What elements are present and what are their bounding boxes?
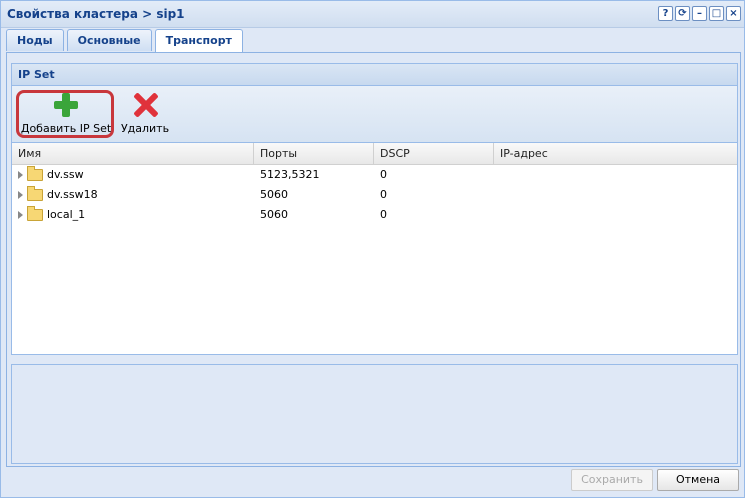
row-ip	[494, 165, 737, 185]
details-panel	[11, 364, 738, 464]
column-header-name[interactable]: Имя	[12, 143, 254, 164]
close-icon[interactable]: ×	[726, 6, 741, 21]
row-name: local_1	[47, 208, 86, 221]
folder-icon	[27, 206, 43, 221]
row-ports: 5123,5321	[260, 168, 320, 181]
expand-arrow-icon[interactable]	[18, 211, 23, 219]
table-row[interactable]: dv.ssw 5123,5321 0	[12, 165, 737, 185]
ip-set-toolbar: Добавить IP Set Удалить	[12, 86, 737, 143]
row-dscp: 0	[380, 188, 387, 201]
minimize-icon[interactable]: –	[692, 6, 707, 21]
grid-header: Имя Порты DSCP IP-адрес	[12, 143, 737, 165]
row-ports: 5060	[260, 188, 288, 201]
delete-icon	[132, 92, 159, 118]
add-ip-set-button[interactable]: Добавить IP Set	[20, 92, 112, 135]
row-name: dv.ssw18	[47, 188, 98, 201]
window-tools: ? ⟳ – □ ×	[658, 6, 741, 21]
refresh-icon[interactable]: ⟳	[675, 6, 690, 21]
dialog-footer: Сохранить Отмена	[1, 467, 744, 497]
row-ports: 5060	[260, 208, 288, 221]
tab-transport[interactable]: Транспорт	[154, 29, 243, 52]
panel-title: IP Set	[12, 64, 737, 86]
row-ip	[494, 205, 737, 225]
row-dscp: 0	[380, 168, 387, 181]
add-icon	[53, 92, 79, 118]
cluster-properties-window: Свойства кластера > sip1 ? ⟳ – □ × Ноды …	[0, 0, 745, 498]
row-ip	[494, 185, 737, 205]
expand-arrow-icon[interactable]	[18, 171, 23, 179]
column-header-ip-address[interactable]: IP-адрес	[494, 143, 737, 164]
add-ip-set-label: Добавить IP Set	[20, 122, 112, 135]
cancel-button[interactable]: Отмена	[657, 469, 739, 491]
folder-icon	[27, 166, 43, 181]
folder-icon	[27, 186, 43, 201]
column-header-ports[interactable]: Порты	[254, 143, 374, 164]
maximize-icon[interactable]: □	[709, 6, 724, 21]
help-icon[interactable]: ?	[658, 6, 673, 21]
tab-body: IP Set Добавить IP Set Удалить Имя Порты…	[6, 52, 741, 467]
row-name: dv.ssw	[47, 168, 84, 181]
table-row[interactable]: dv.ssw18 5060 0	[12, 185, 737, 205]
row-dscp: 0	[380, 208, 387, 221]
column-header-dscp[interactable]: DSCP	[374, 143, 494, 164]
delete-label: Удалить	[120, 122, 170, 135]
table-row[interactable]: local_1 5060 0	[12, 205, 737, 225]
save-button[interactable]: Сохранить	[571, 469, 653, 491]
tab-general[interactable]: Основные	[66, 29, 152, 51]
tab-nodes[interactable]: Ноды	[6, 29, 64, 51]
ip-set-panel: IP Set Добавить IP Set Удалить Имя Порты…	[11, 63, 738, 355]
window-title: Свойства кластера > sip1	[7, 7, 185, 21]
tab-bar: Ноды Основные Транспорт	[6, 29, 243, 52]
window-titlebar: Свойства кластера > sip1 ? ⟳ – □ ×	[1, 1, 744, 28]
expand-arrow-icon[interactable]	[18, 191, 23, 199]
delete-button[interactable]: Удалить	[120, 92, 170, 135]
